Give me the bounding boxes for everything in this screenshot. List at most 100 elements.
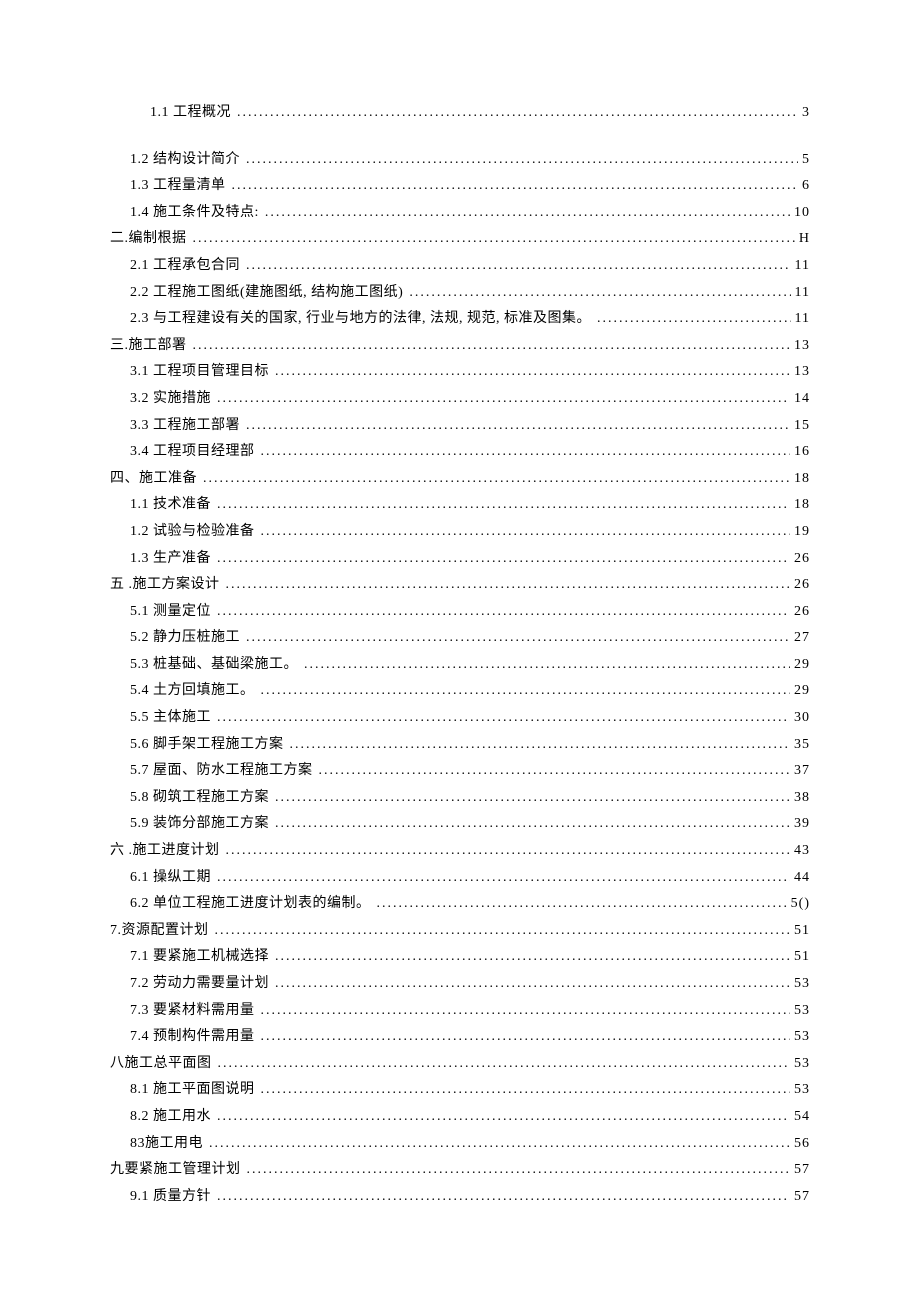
toc-leader-dots [275,359,790,386]
toc-entry: 7.资源配置计划51 [110,918,810,945]
toc-entry: 9.1 质量方针57 [110,1184,810,1211]
toc-leader-dots [246,413,790,440]
toc-entry-page: 39 [790,811,810,838]
toc-entry-page: 26 [790,572,810,599]
toc-leader-dots [217,865,790,892]
toc-entry-label: 5.6 脚手架工程施工方案 [130,732,284,759]
toc-leader-dots [275,785,790,812]
toc-leader-dots [247,1157,791,1184]
toc-entry: 5.3 桩基础、基础梁施工。 29 [110,652,810,679]
toc-entry-label: 1.3 生产准备 [130,546,211,573]
toc-entry: 5.1 测量定位26 [110,599,810,626]
toc-entry: 四、施工准备18 [110,466,810,493]
toc-leader-dots [237,100,798,127]
toc-entry-label: 7.3 要紧材料需用量 [130,998,255,1025]
toc-entry-label: 1.2 结构设计简介 [130,147,240,174]
toc-entry-page: 44 [790,865,810,892]
toc-entry: 2.1 工程承包合同11 [110,253,810,280]
toc-entry-label: 5.5 主体施工 [130,705,211,732]
toc-leader-dots [217,492,790,519]
toc-entry-page: 13 [790,359,810,386]
toc-entry-page: 15 [790,413,810,440]
toc-entry-page: 11 [791,253,810,280]
toc-entry: 83施工用电56 [110,1131,810,1158]
toc-entry-label: 5.9 装饰分部施工方案 [130,811,269,838]
toc-leader-dots [261,1024,791,1051]
toc-entry: 3.4 工程项目经理部16 [110,439,810,466]
toc-entry-page: 26 [790,599,810,626]
toc-leader-dots [203,466,790,493]
toc-leader-dots [232,173,799,200]
toc-entry-page: 10 [790,200,810,227]
toc-entry-page: H [795,226,810,253]
toc-entry: 5.7 屋面、防水工程施工方案 37 [110,758,810,785]
toc-entry-label: 1.4 施工条件及特点: [130,200,259,227]
toc-entry-label: 1.2 试验与检验准备 [130,519,255,546]
toc-entry: 5.4 土方回填施工。29 [110,678,810,705]
toc-entry-page: 18 [790,492,810,519]
toc-entry-page: 13 [790,333,810,360]
toc-entry: 7.2 劳动力需要量计划53 [110,971,810,998]
toc-entry-page: 53 [790,1051,810,1078]
toc-leader-dots [261,998,791,1025]
toc-entry: 8.2 施工用水54 [110,1104,810,1131]
toc-leader-dots [275,971,790,998]
toc-entry: 6.1 操纵工期 44 [110,865,810,892]
toc-entry-label: 九要紧施工管理计划 [110,1157,241,1184]
toc-entry-label: 3.3 工程施工部署 [130,413,240,440]
toc-entry-page: 30 [790,705,810,732]
toc-entry: 5.9 装饰分部施工方案 39 [110,811,810,838]
toc-entry-page: 27 [790,625,810,652]
toc-entry-label: 5.3 桩基础、基础梁施工。 [130,652,298,679]
toc-entry-page: 37 [790,758,810,785]
toc-entry: 8.1 施工平面图说明53 [110,1077,810,1104]
toc-entry: 3.3 工程施工部署 15 [110,413,810,440]
toc-entry-page: 53 [790,971,810,998]
toc-entry-page: 51 [790,918,810,945]
toc-entry-label: 6.1 操纵工期 [130,865,211,892]
toc-entry-page: 19 [790,519,810,546]
toc-entry: 1.1 工程概况3 [110,100,810,127]
toc-entry-label: 5.7 屋面、防水工程施工方案 [130,758,313,785]
toc-leader-dots [261,678,791,705]
toc-entry-label: 5.4 土方回填施工。 [130,678,255,705]
toc-entry: 5.6 脚手架工程施工方案 35 [110,732,810,759]
toc-leader-dots [226,838,791,865]
toc-leader-dots [217,705,790,732]
toc-leader-dots [261,439,791,466]
toc-entry-page: 11 [791,280,810,307]
toc-entry-page: 6 [798,173,810,200]
toc-entry: 5.2 静力压桩施工27 [110,625,810,652]
toc-leader-dots [217,386,790,413]
toc-entry-label: 2.3 与工程建设有关的国家, 行业与地方的法律, 法规, 规范, 标准及图集。 [130,306,591,333]
toc-entry-page: 57 [790,1184,810,1211]
toc-entry: 八施工总平面图53 [110,1051,810,1078]
toc-entry-label: 1.1 技术准备 [130,492,211,519]
toc-entry: 1.3 工程量清单 6 [110,173,810,200]
toc-entry-page: 29 [790,652,810,679]
toc-entry: 三.施工部署13 [110,333,810,360]
toc-entry: 2.3 与工程建设有关的国家, 行业与地方的法律, 法规, 规范, 标准及图集。… [110,306,810,333]
toc-entry-label: 5.8 砌筑工程施工方案 [130,785,269,812]
toc-entry-label: 7.4 预制构件需用量 [130,1024,255,1051]
toc-entry-page: 35 [790,732,810,759]
toc-entry-label: 2.2 工程施工图纸(建施图纸, 结构施工图纸) [130,280,403,307]
toc-entry: 5.5 主体施工 30 [110,705,810,732]
toc-entry-page: 11 [791,306,810,333]
toc-entry-page: 38 [790,785,810,812]
toc-entry-page: 16 [790,439,810,466]
toc-entry-label: 1.3 工程量清单 [130,173,226,200]
toc-leader-dots [218,1051,791,1078]
toc-leader-dots [246,147,798,174]
toc-entry: 1.4 施工条件及特点: 10 [110,200,810,227]
toc-entry-page: 26 [790,546,810,573]
toc-entry-page: 53 [790,998,810,1025]
toc-entry: 7.4 预制构件需用量53 [110,1024,810,1051]
toc-leader-dots [246,253,791,280]
toc-entry-label: 8.2 施工用水 [130,1104,211,1131]
toc-entry-label: 四、施工准备 [110,466,197,493]
toc-leader-dots [265,200,790,227]
toc-entry-page: 56 [790,1131,810,1158]
toc-entry: 1.1 技术准备 18 [110,492,810,519]
toc-entry: 六 .施工进度计划43 [110,838,810,865]
